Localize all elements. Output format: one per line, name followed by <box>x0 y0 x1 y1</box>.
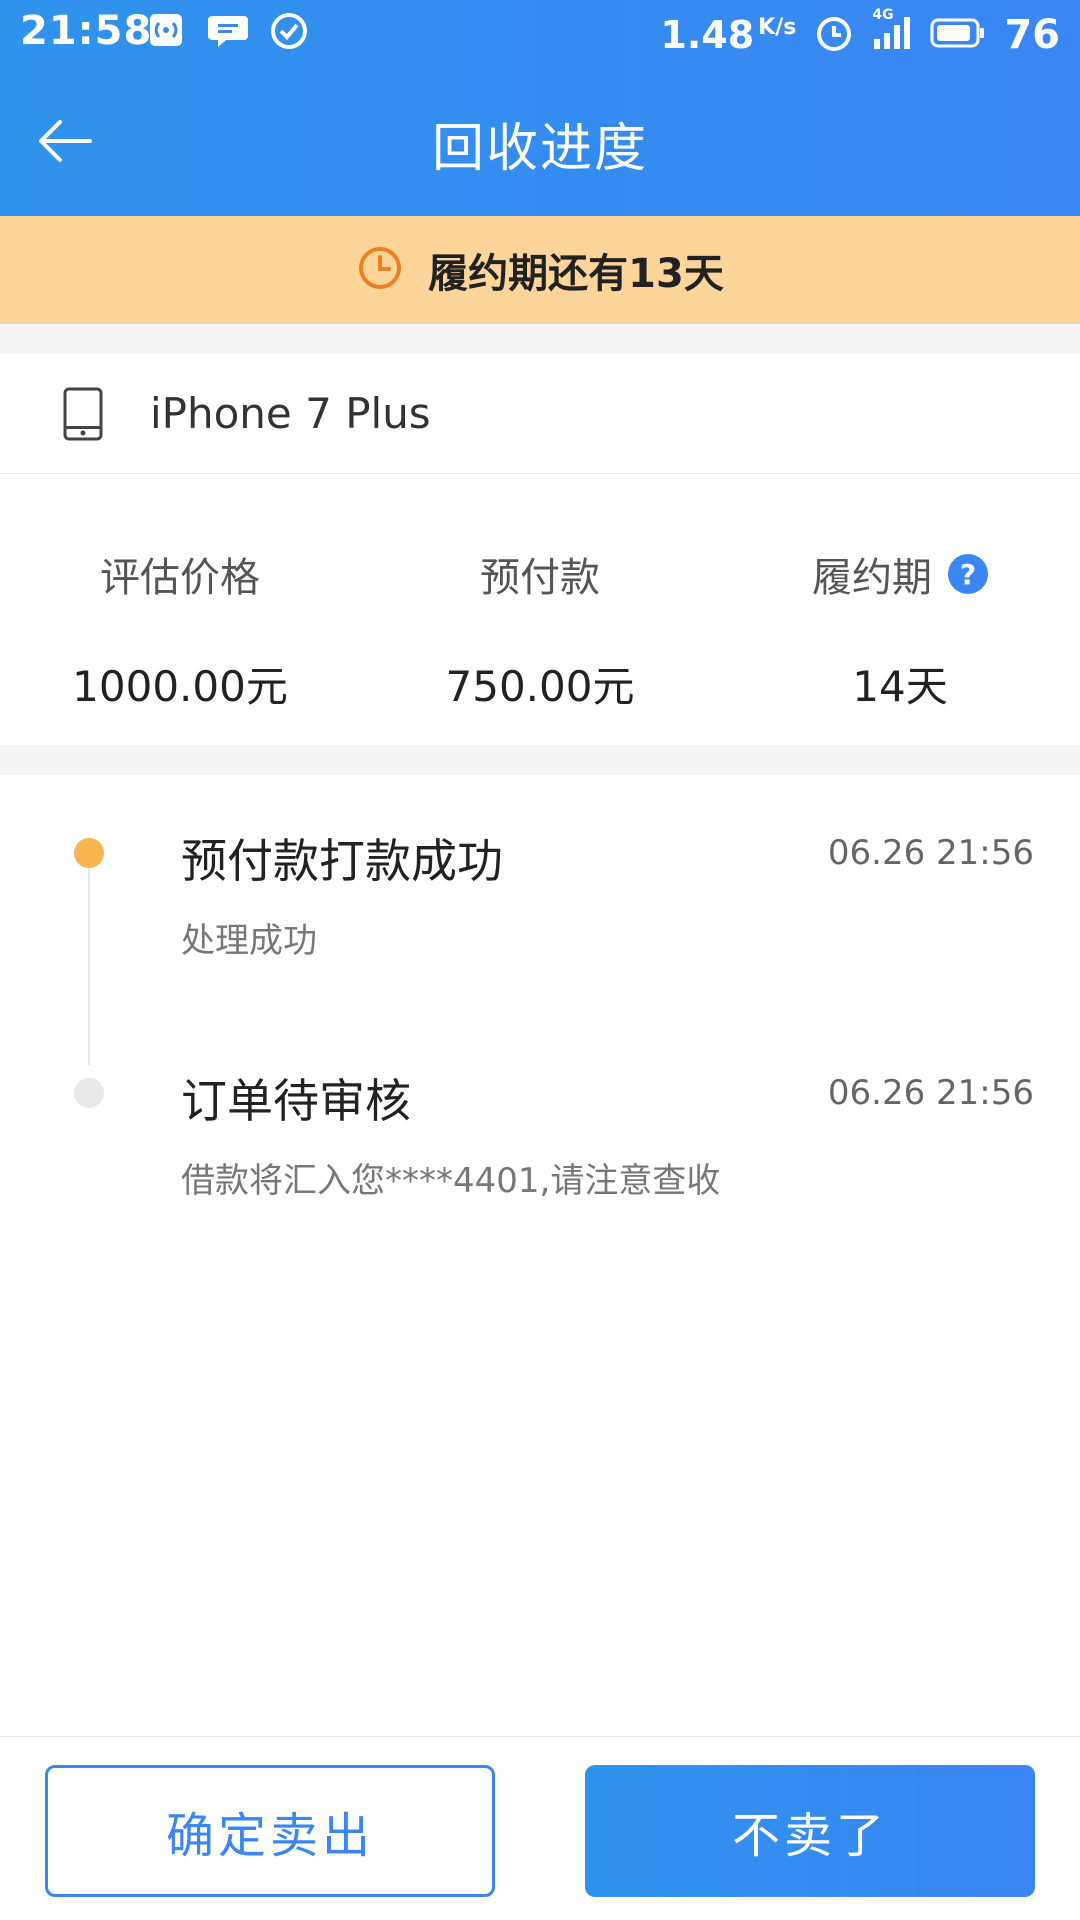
stat-label: 评估价格 <box>100 555 260 601</box>
price-summary: 评估价格 1000.00元 预付款 750.00元 履约期 ? 14天 <box>0 475 1080 745</box>
stat-prepayment: 预付款 750.00元 <box>360 545 720 714</box>
status-time: 21:58 <box>20 8 153 54</box>
deadline-notice: 履约期还有13天 <box>0 216 1080 324</box>
timeline-desc: 处理成功 <box>181 921 317 961</box>
clock-icon <box>356 244 404 296</box>
signal-icon: 4G <box>872 7 912 57</box>
page: 21:58 1.48 K/s 4G 76 回收进度 履约期还有13天 iPhon… <box>0 0 1080 1920</box>
divider <box>0 745 1080 775</box>
notice-text: 履约期还有13天 <box>428 251 724 297</box>
timeline-line <box>88 855 90 1065</box>
timeline-desc: 借款将汇入您****4401,请注意查收 <box>181 1161 721 1201</box>
battery-level: 76 <box>1004 12 1060 58</box>
stat-value: 14天 <box>852 662 948 711</box>
timeline-time: 06.26 21:56 <box>827 1073 1034 1113</box>
timeline-dot-inactive <box>74 1078 104 1108</box>
stat-estimated-price: 评估价格 1000.00元 <box>0 545 360 714</box>
battery-icon <box>930 17 986 53</box>
stat-value: 750.00元 <box>445 662 635 711</box>
header: 21:58 1.48 K/s 4G 76 回收进度 <box>0 0 1080 216</box>
stat-contract-period: 履约期 ? 14天 <box>720 545 1080 714</box>
network-speed: 1.48 K/s <box>660 13 797 57</box>
confirm-sell-button[interactable]: 确定卖出 <box>45 1765 495 1897</box>
timeline-dot-active <box>74 838 104 868</box>
phone-icon <box>63 387 103 440</box>
status-bar: 21:58 1.48 K/s 4G 76 <box>0 0 1080 70</box>
cancel-sell-button[interactable]: 不卖了 <box>585 1765 1035 1897</box>
title-bar: 回收进度 <box>0 70 1080 216</box>
bottom-action-bar: 确定卖出 不卖了 <box>0 1736 1080 1920</box>
stat-value: 1000.00元 <box>72 662 288 711</box>
stat-label: 预付款 <box>480 555 600 601</box>
page-title: 回收进度 <box>431 119 648 179</box>
timeline-title: 订单待审核 <box>181 1074 411 1128</box>
device-row: iPhone 7 Plus <box>0 354 1080 474</box>
stat-label: 履约期 ? <box>812 545 988 603</box>
alarm-icon <box>814 13 854 57</box>
divider <box>0 324 1080 354</box>
check-icon <box>270 12 308 54</box>
progress-timeline: 预付款打款成功 06.26 21:56 处理成功 订单待审核 06.26 21:… <box>0 775 1080 1735</box>
help-icon[interactable]: ? <box>948 554 988 594</box>
status-right: 1.48 K/s 4G 76 <box>660 7 1060 62</box>
timeline-title: 预付款打款成功 <box>181 834 503 888</box>
timeline-time: 06.26 21:56 <box>827 833 1034 873</box>
hotspot-icon <box>148 12 184 52</box>
message-icon <box>208 12 248 52</box>
device-name: iPhone 7 Plus <box>150 389 431 438</box>
